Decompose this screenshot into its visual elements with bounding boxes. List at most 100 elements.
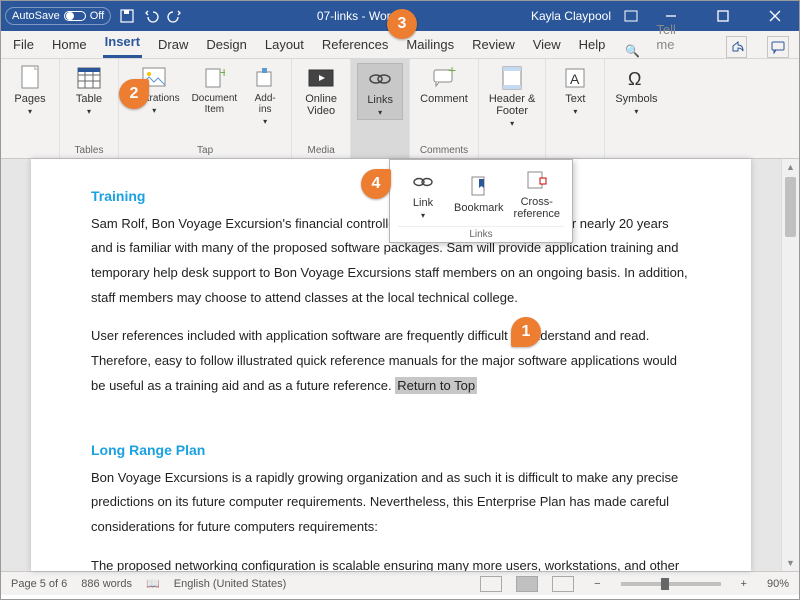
- link-icon: [409, 169, 437, 195]
- video-label: Online Video: [305, 93, 337, 117]
- web-layout-button[interactable]: [552, 576, 574, 592]
- zoom-level[interactable]: 90%: [767, 578, 789, 590]
- crossref-dropdown-button[interactable]: Cross- reference: [510, 166, 564, 222]
- pages-button[interactable]: Pages▾: [7, 63, 53, 118]
- link-dropdown-button[interactable]: Link▾: [398, 166, 448, 222]
- document-item-button[interactable]: + Document Item: [188, 63, 242, 117]
- autosave-toggle[interactable]: AutoSave Off: [5, 7, 111, 25]
- pages-label: Pages: [14, 93, 45, 105]
- scroll-up-icon[interactable]: ▲: [782, 159, 799, 175]
- group-pages: Pages▾: [1, 59, 60, 158]
- zoom-slider[interactable]: [621, 582, 721, 586]
- media-group-label: Media: [308, 145, 335, 156]
- ribbon: Pages▾ Table▾ Tables Illustrations▾ + Do…: [1, 59, 799, 159]
- read-mode-button[interactable]: [480, 576, 502, 592]
- vertical-scrollbar[interactable]: ▲ ▼: [781, 159, 799, 571]
- addins-label: Add- ins: [255, 93, 276, 115]
- tab-draw[interactable]: Draw: [156, 33, 190, 58]
- tab-help[interactable]: Help: [577, 33, 608, 58]
- online-video-button[interactable]: Online Video: [298, 63, 344, 119]
- group-symbols: Ω Symbols▾: [605, 59, 667, 158]
- paragraph-4: The proposed networking configuration is…: [91, 554, 691, 571]
- svg-text:+: +: [220, 67, 225, 80]
- status-bar: Page 5 of 6 886 words 📖 English (United …: [1, 571, 799, 595]
- links-group-label: [379, 145, 382, 156]
- language-indicator[interactable]: English (United States): [174, 578, 287, 590]
- callout-1: 1: [511, 317, 541, 347]
- text-label: Text: [565, 93, 585, 105]
- tab-file[interactable]: File: [11, 33, 36, 58]
- addins-icon: [251, 65, 279, 91]
- share-button[interactable]: [726, 36, 748, 58]
- scroll-down-icon[interactable]: ▼: [782, 555, 799, 571]
- bookmark-item-label: Bookmark: [454, 202, 504, 214]
- comment-label: Comment: [420, 93, 468, 105]
- toggle-off-icon: [64, 11, 86, 21]
- zoom-out-button[interactable]: −: [594, 578, 600, 590]
- ribbon-options-icon[interactable]: [623, 8, 639, 24]
- header-footer-button[interactable]: Header & Footer▾: [485, 63, 539, 130]
- close-button[interactable]: [755, 1, 795, 31]
- tab-mailings[interactable]: Mailings: [404, 33, 456, 58]
- table-icon: [75, 65, 103, 91]
- symbols-button[interactable]: Ω Symbols▾: [611, 63, 661, 118]
- tell-me[interactable]: Tell me: [654, 18, 692, 58]
- tab-home[interactable]: Home: [50, 33, 89, 58]
- selected-text[interactable]: Return to Top: [395, 377, 477, 394]
- comment-button[interactable]: + Comment: [416, 63, 472, 107]
- scroll-thumb[interactable]: [785, 177, 796, 237]
- links-dropdown: Link▾ Bookmark Cross- reference Links: [389, 159, 573, 243]
- tab-insert[interactable]: Insert: [103, 30, 142, 58]
- tab-design[interactable]: Design: [204, 33, 248, 58]
- bookmark-icon: [465, 174, 493, 200]
- link-icon: [366, 66, 394, 92]
- group-header-footer: Header & Footer▾: [479, 59, 546, 158]
- addins-button[interactable]: Add- ins▾: [245, 63, 285, 128]
- group-links: Links▾: [351, 59, 410, 158]
- links-button[interactable]: Links▾: [357, 63, 403, 120]
- text-button[interactable]: A Text▾: [552, 63, 598, 118]
- tab-layout[interactable]: Layout: [263, 33, 306, 58]
- search-icon[interactable]: 🔍: [625, 44, 640, 58]
- paragraph-2: User references included with applicatio…: [91, 324, 691, 398]
- callout-3: 3: [387, 9, 417, 39]
- user-name[interactable]: Kayla Claypool: [531, 9, 611, 23]
- group-tables: Table▾ Tables: [60, 59, 119, 158]
- print-layout-button[interactable]: [516, 576, 538, 592]
- comment-icon: +: [430, 65, 458, 91]
- undo-icon[interactable]: [143, 8, 159, 24]
- tab-references[interactable]: References: [320, 33, 390, 58]
- autosave-label: AutoSave: [12, 10, 60, 22]
- document-item-icon: +: [200, 65, 228, 91]
- tab-view[interactable]: View: [531, 33, 563, 58]
- links-label: Links: [367, 94, 393, 106]
- comments-group-label: Comments: [420, 145, 468, 156]
- heading-longrange: Long Range Plan: [91, 437, 691, 464]
- group-text: A Text▾: [546, 59, 605, 158]
- group-illustrations: Illustrations▾ + Document Item Add- ins▾…: [119, 59, 292, 158]
- page-indicator[interactable]: Page 5 of 6: [11, 578, 67, 590]
- video-icon: [307, 65, 335, 91]
- table-button[interactable]: Table▾: [66, 63, 112, 118]
- spellcheck-icon[interactable]: 📖: [146, 577, 160, 590]
- text-icon: A: [561, 65, 589, 91]
- zoom-in-button[interactable]: +: [741, 578, 747, 590]
- callout-2: 2: [119, 79, 149, 109]
- svg-text:A: A: [570, 71, 580, 87]
- group-comments: + Comment Comments: [410, 59, 479, 158]
- link-item-label: Link: [413, 197, 433, 209]
- zoom-handle[interactable]: [661, 578, 669, 590]
- dropdown-group-label: Links: [398, 226, 564, 240]
- word-count[interactable]: 886 words: [81, 578, 132, 590]
- save-icon[interactable]: [119, 8, 135, 24]
- group-media: Online Video Media: [292, 59, 351, 158]
- comments-button[interactable]: [767, 36, 789, 58]
- tab-review[interactable]: Review: [470, 33, 517, 58]
- window-title: 07-links - Word: [183, 9, 531, 23]
- table-label: Table: [76, 93, 102, 105]
- paragraph-3: Bon Voyage Excursions is a rapidly growi…: [91, 466, 691, 540]
- redo-icon[interactable]: [167, 8, 183, 24]
- symbols-label: Symbols: [615, 93, 657, 105]
- maximize-button[interactable]: [703, 1, 743, 31]
- bookmark-dropdown-button[interactable]: Bookmark: [450, 166, 508, 222]
